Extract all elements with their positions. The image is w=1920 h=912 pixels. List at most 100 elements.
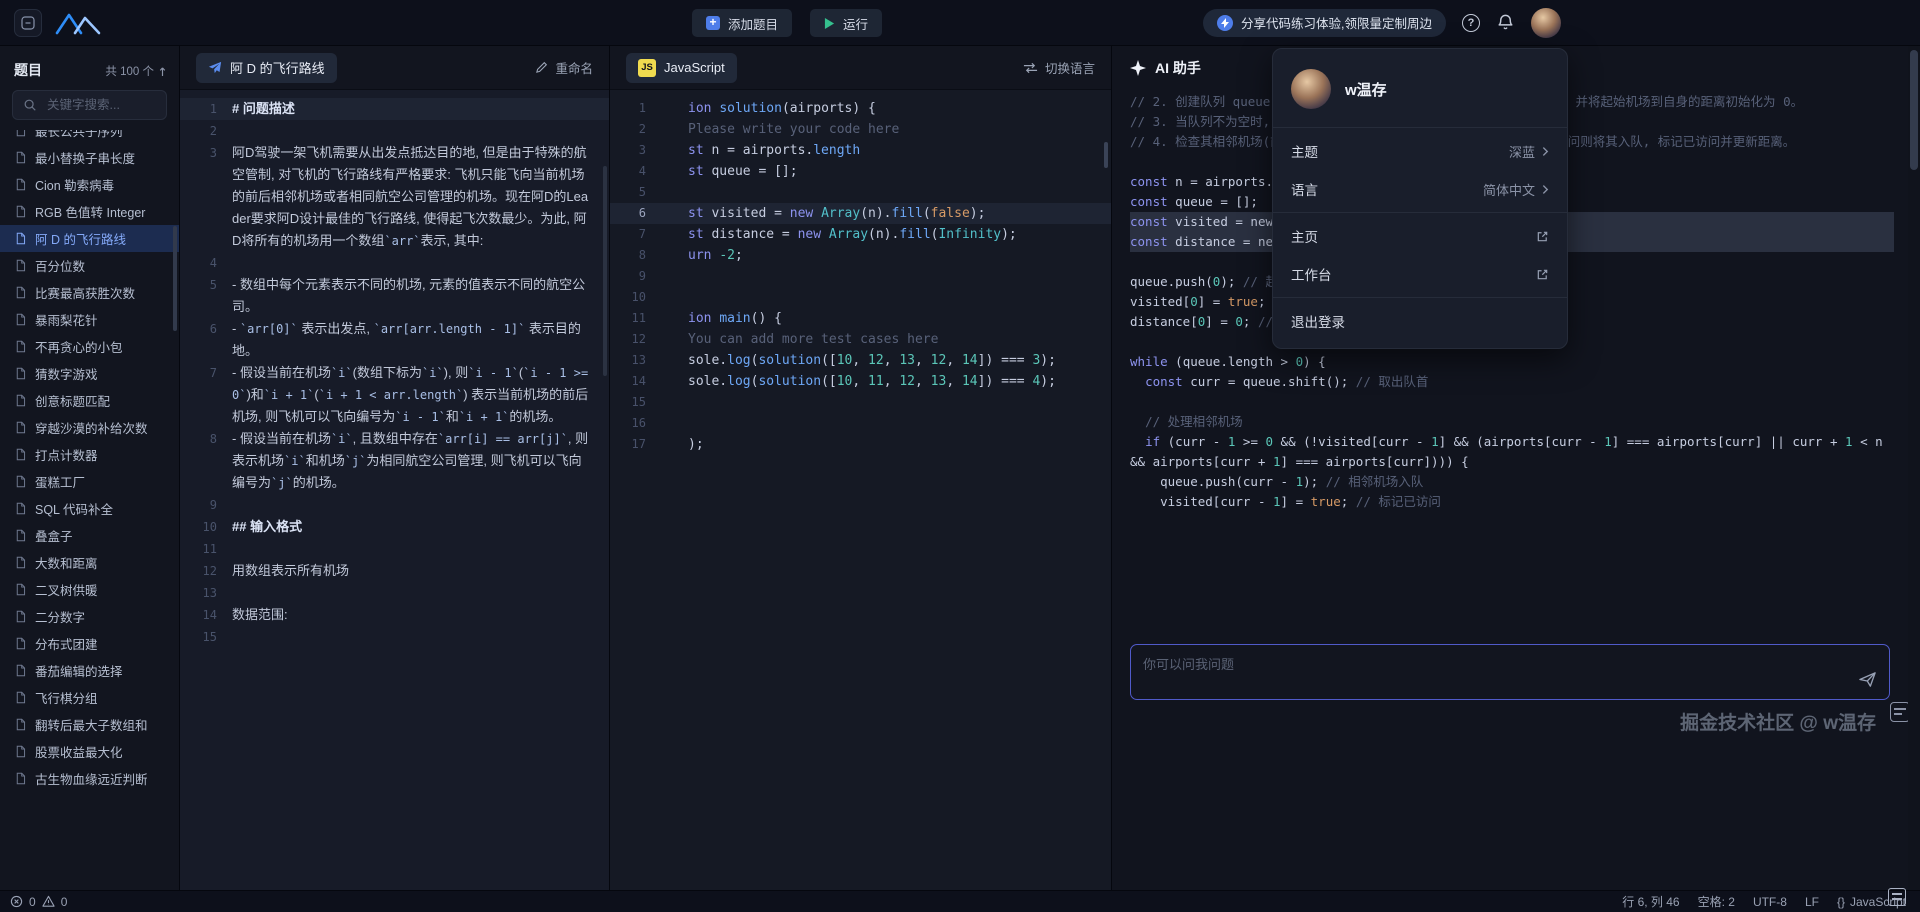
sidebar-item[interactable]: 百分位数 [0, 252, 179, 279]
sidebar-item[interactable]: 翻转后最大子数组和 [0, 711, 179, 738]
language-tab[interactable]: JS JavaScript [626, 53, 737, 83]
markdown-line[interactable]: 10## 输入格式 [180, 516, 609, 538]
sidebar-item[interactable]: 穿越沙漠的补给次数 [0, 414, 179, 441]
paper-plane-icon [208, 61, 222, 75]
cursor-position[interactable]: 行 6, 列 46 [1622, 893, 1679, 910]
sidebar-item[interactable]: 分布式团建 [0, 630, 179, 657]
sidebar-item[interactable]: 蛋糕工厂 [0, 468, 179, 495]
menu-item-workbench[interactable]: 工作台 [1273, 255, 1567, 293]
sidebar-item[interactable]: SQL 代码补全 [0, 495, 179, 522]
sidebar-item[interactable]: 创意标题匹配 [0, 387, 179, 414]
menu-item-logout[interactable]: 退出登录 [1273, 302, 1567, 340]
code-line[interactable]: 15 [610, 392, 1111, 413]
sidebar-item[interactable]: Cion 勒索病毒 [0, 171, 179, 198]
promo-banner[interactable]: 分享代码练习体验,领限量定制周边 [1203, 9, 1446, 37]
sidebar-item[interactable]: 二分数字 [0, 603, 179, 630]
line-number: 11 [180, 538, 232, 560]
markdown-line[interactable]: 13 [180, 582, 609, 604]
switch-language-button[interactable]: 切换语言 [1023, 58, 1095, 77]
sidebar-item[interactable]: 比赛最高获胜次数 [0, 279, 179, 306]
sidebar-item[interactable]: 股票收益最大化 [0, 738, 179, 765]
code-line[interactable]: 13sole.log(solution([10, 12, 13, 12, 14]… [610, 350, 1111, 371]
document-icon [14, 232, 27, 245]
sidebar-item[interactable]: 暴雨梨花针 [0, 306, 179, 333]
sidebar-item[interactable]: 古生物血缘远近判断 [0, 765, 179, 792]
menu-item-home[interactable]: 主页 [1273, 217, 1567, 255]
sidebar-item[interactable]: 阿 D 的飞行路线 [0, 225, 179, 252]
code-line[interactable]: 10 [610, 287, 1111, 308]
search-input[interactable] [45, 97, 155, 113]
markdown-line[interactable]: 5- 数组中每个元素表示不同的机场, 元素的值表示不同的航空公司。 [180, 274, 609, 318]
megaphone-icon [1217, 15, 1233, 31]
code-line[interactable]: 12You can add more test cases here [610, 329, 1111, 350]
problem-scrollbar[interactable] [603, 166, 607, 376]
app-logo[interactable] [14, 9, 42, 37]
code-line[interactable]: 7st distance = new Array(n).fill(Infinit… [610, 224, 1111, 245]
markdown-line[interactable]: 6- `arr[0]` 表示出发点, `arr[arr.length - 1]`… [180, 318, 609, 362]
code-line[interactable]: 3st n = airports.length [610, 140, 1111, 161]
sidebar-item[interactable]: RGB 色值转 Integer [0, 198, 179, 225]
send-icon[interactable] [1858, 670, 1877, 689]
scrollbar-thumb[interactable] [1910, 50, 1918, 170]
markdown-line[interactable]: 15 [180, 626, 609, 648]
menu-item-theme[interactable]: 主题 深蓝 [1273, 132, 1567, 170]
sidebar-item[interactable]: 叠盒子 [0, 522, 179, 549]
code-line[interactable]: 8urn -2; [610, 245, 1111, 266]
code-line[interactable]: 6st visited = new Array(n).fill(false); [610, 203, 1111, 224]
code-line[interactable]: 17); [610, 434, 1111, 455]
juejin-logo-icon[interactable] [54, 10, 102, 36]
eol-setting[interactable]: LF [1805, 895, 1819, 909]
code-scrollbar[interactable] [1104, 142, 1108, 168]
sidebar-item-label: 最长公共子序列 [35, 130, 123, 140]
problem-tab[interactable]: 阿 D 的飞行路线 [196, 53, 337, 83]
markdown-line[interactable]: 3阿D驾驶一架飞机需要从出发点抵达目的地, 但是由于特殊的航空管制, 对飞机的飞… [180, 142, 609, 252]
run-label: 运行 [843, 14, 868, 33]
ai-input[interactable] [1131, 645, 1849, 699]
markdown-line[interactable]: 2 [180, 120, 609, 142]
sort-icon[interactable] [158, 66, 167, 77]
code-line[interactable]: 9 [610, 266, 1111, 287]
problem-title: 阿 D 的飞行路线 [230, 58, 325, 77]
user-avatar[interactable] [1531, 8, 1561, 38]
code-line[interactable]: 5 [610, 182, 1111, 203]
sidebar-item[interactable]: 番茄编辑的选择 [0, 657, 179, 684]
sidebar-scrollbar[interactable] [173, 226, 177, 331]
help-icon[interactable]: ? [1462, 14, 1480, 32]
sidebar-item[interactable]: 打点计数器 [0, 441, 179, 468]
markdown-line[interactable]: 12用数组表示所有机场 [180, 560, 609, 582]
sidebar-item[interactable]: 最长公共子序列 [0, 130, 179, 144]
markdown-line[interactable]: 11 [180, 538, 609, 560]
run-button[interactable]: 运行 [810, 9, 882, 37]
theme-value: 深蓝 [1509, 142, 1535, 161]
code-line[interactable]: 1ion solution(airports) { [610, 98, 1111, 119]
code-line[interactable]: 4st queue = []; [610, 161, 1111, 182]
search-box[interactable] [12, 90, 167, 120]
sidebar-item[interactable]: 飞行棋分组 [0, 684, 179, 711]
sidebar-item[interactable]: 不再贪心的小包 [0, 333, 179, 360]
code-line[interactable]: 14sole.log(solution([10, 11, 12, 13, 14]… [610, 371, 1111, 392]
bell-icon[interactable] [1496, 13, 1515, 32]
sidebar-item[interactable]: 大数和距离 [0, 549, 179, 576]
sidebar-item-label: 二叉树供暖 [35, 580, 98, 599]
problems-summary[interactable]: 0 0 [10, 895, 67, 909]
sidebar-item-label: 分布式团建 [35, 634, 98, 653]
markdown-line[interactable]: 1# 问题描述 [180, 98, 609, 120]
ai-input-box[interactable] [1130, 644, 1890, 700]
indent-setting[interactable]: 空格: 2 [1698, 893, 1735, 910]
encoding[interactable]: UTF-8 [1753, 895, 1787, 909]
code-line[interactable]: 16 [610, 413, 1111, 434]
sidebar-item[interactable]: 二叉树供暖 [0, 576, 179, 603]
sidebar-item[interactable]: 最小替换子串长度 [0, 144, 179, 171]
add-problem-button[interactable]: + 添加题目 [692, 9, 792, 37]
markdown-line[interactable]: 14数据范围: [180, 604, 609, 626]
sidebar-item[interactable]: 猜数字游戏 [0, 360, 179, 387]
menu-item-language[interactable]: 语言 简体中文 [1273, 170, 1567, 208]
markdown-line[interactable]: 4 [180, 252, 609, 274]
markdown-line[interactable]: 8- 假设当前在机场`i`, 且数组中存在`arr[i] == arr[j]`,… [180, 428, 609, 494]
code-line[interactable]: 11ion main() { [610, 308, 1111, 329]
markdown-line[interactable]: 9 [180, 494, 609, 516]
markdown-line[interactable]: 7- 假设当前在机场`i`(数组下标为`i`), 则`i - 1`(`i - 1… [180, 362, 609, 428]
code-line[interactable]: 2Please write your code here [610, 119, 1111, 140]
rename-button[interactable]: 重命名 [535, 58, 593, 77]
page-scrollbar[interactable] [1908, 46, 1920, 890]
